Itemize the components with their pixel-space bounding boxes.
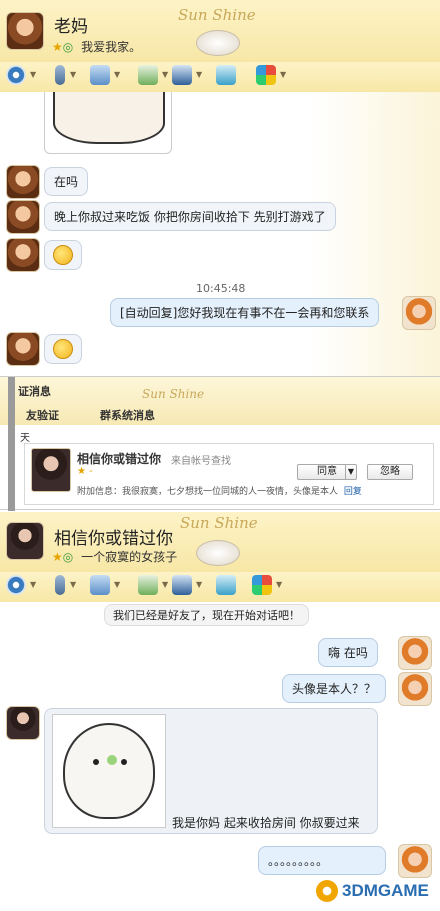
share-icon[interactable] bbox=[216, 65, 236, 85]
my-avatar[interactable] bbox=[398, 672, 432, 706]
system-message: 我们已经是好友了，现在开始对话吧！ bbox=[104, 604, 309, 626]
chevron-down-icon[interactable]: ▼ bbox=[114, 70, 120, 79]
contact-name: 相信你或错过你 bbox=[54, 529, 173, 549]
message-bubble: 嗨 在吗 bbox=[318, 638, 378, 667]
dialog-title: 证消息 bbox=[18, 385, 51, 398]
online-icon: ◎ bbox=[62, 40, 74, 54]
request-card: 相信你或错过你 来自帐号查找 ★ - 同意 ▼ 忽略 附加信息：我很寂寞，七夕想… bbox=[24, 443, 434, 505]
screen-icon[interactable] bbox=[172, 575, 192, 595]
apps-icon[interactable] bbox=[252, 575, 272, 595]
share-icon[interactable] bbox=[216, 575, 236, 595]
chevron-down-icon[interactable]: ▼ bbox=[162, 70, 168, 79]
emoji-bubble bbox=[44, 240, 82, 270]
chevron-down-icon[interactable]: ▼ bbox=[196, 580, 202, 589]
emoji-icon bbox=[53, 339, 73, 359]
sun-logo: Sun Shine bbox=[178, 6, 256, 24]
transfer-icon[interactable] bbox=[138, 575, 158, 595]
ignore-button[interactable]: 忽略 bbox=[367, 464, 413, 480]
emoji-icon bbox=[53, 245, 73, 265]
my-avatar[interactable] bbox=[398, 844, 432, 878]
cat-nose bbox=[107, 755, 117, 765]
sun-logo: Sun Shine bbox=[180, 514, 258, 532]
mic-icon[interactable] bbox=[55, 65, 65, 85]
chevron-down-icon[interactable]: ▼ bbox=[276, 580, 282, 589]
contact-avatar[interactable] bbox=[6, 332, 40, 366]
chevron-down-icon[interactable]: ▼ bbox=[162, 580, 168, 589]
tab-other[interactable]: 天 bbox=[20, 429, 30, 444]
apps-icon[interactable] bbox=[256, 65, 276, 85]
star-icon: ★ bbox=[52, 40, 63, 54]
watermark: 3DMGAME bbox=[316, 880, 429, 902]
signature-text: 我爱我家。 bbox=[81, 40, 142, 54]
mic-icon[interactable] bbox=[55, 575, 65, 595]
message-text: 我是你妈 起来收拾房间 你叔要过来 bbox=[172, 816, 360, 830]
message-bubble: 头像是本人？？ bbox=[282, 674, 387, 703]
my-avatar[interactable] bbox=[402, 296, 436, 330]
chevron-down-icon[interactable]: ▼ bbox=[196, 70, 202, 79]
message-bubble: 在吗 bbox=[44, 167, 89, 196]
shell-decor-icon bbox=[196, 30, 240, 56]
transfer-icon[interactable] bbox=[138, 65, 158, 85]
message-bubble: 。。。。。。。。。 bbox=[258, 846, 386, 875]
request-source: 来自帐号查找 bbox=[171, 456, 231, 467]
verification-dialog: 证消息 Sun Shine 友验证 群系统消息 天 相信你或错过你 来自帐号查找… bbox=[0, 376, 440, 511]
contact-signature: ★◎ 我爱我家。 bbox=[52, 38, 141, 55]
note-text: 附加信息：我很寂寞，七夕想找一位同城的人一夜情，头像是本人 bbox=[77, 487, 339, 497]
chevron-down-icon[interactable]: ▼ bbox=[30, 70, 36, 79]
tab-system-messages[interactable]: 群系统消息 bbox=[100, 407, 155, 423]
contact-avatar[interactable] bbox=[6, 12, 44, 50]
dialog-side-strip bbox=[8, 377, 15, 511]
chevron-down-icon[interactable]: ▼ bbox=[114, 580, 120, 589]
shell-decor-icon bbox=[196, 540, 240, 566]
emoji-bubble bbox=[44, 334, 82, 364]
star-icon: ★ bbox=[52, 550, 63, 564]
cat-image-partial[interactable] bbox=[44, 92, 172, 154]
watermark-text: 3DMGAME bbox=[342, 881, 429, 900]
chevron-down-icon[interactable]: ▼ bbox=[70, 70, 76, 79]
online-icon: ◎ bbox=[62, 550, 74, 564]
chevron-down-icon[interactable]: ▼ bbox=[30, 580, 36, 589]
sun-logo: Sun Shine bbox=[142, 387, 205, 401]
contact-avatar[interactable] bbox=[6, 165, 40, 199]
message-bubble: 晚上你叔过来吃饭 你把你房间收拾下 先别打游戏了 bbox=[44, 202, 336, 231]
contact-name: 老妈 bbox=[54, 17, 88, 37]
agree-button[interactable]: 同意 ▼ bbox=[297, 464, 357, 480]
folder-icon[interactable] bbox=[90, 65, 110, 85]
camera-icon[interactable] bbox=[6, 575, 26, 595]
cat-eye bbox=[121, 759, 127, 765]
cat-fur bbox=[53, 92, 165, 144]
contact-avatar[interactable] bbox=[6, 706, 40, 740]
chevron-down-icon[interactable]: ▼ bbox=[280, 70, 286, 79]
my-avatar[interactable] bbox=[398, 636, 432, 670]
timestamp: 10:45:48 bbox=[196, 282, 246, 295]
watermark-logo-icon bbox=[316, 880, 338, 902]
signature-text: 一个寂寞的女孩子 bbox=[81, 550, 178, 564]
tab-friend-verify[interactable]: 友验证 bbox=[26, 407, 59, 423]
chat1-toolbar: ▼ ▼ ▼ ▼ ▼ ▼ bbox=[0, 62, 440, 92]
cat-body bbox=[63, 723, 155, 819]
contact-avatar[interactable] bbox=[6, 200, 40, 234]
contact-signature: ★◎ 一个寂寞的女孩子 bbox=[52, 548, 177, 565]
cat-image[interactable] bbox=[52, 714, 166, 828]
cat-eye bbox=[93, 759, 99, 765]
request-note: 附加信息：我很寂寞，七夕想找一位同城的人一夜情，头像是本人 回复 bbox=[77, 484, 362, 497]
requester-name[interactable]: 相信你或错过你 bbox=[77, 450, 161, 467]
dialog-header bbox=[0, 377, 440, 425]
auto-reply-bubble: [自动回复]您好我现在有事不在一会再和您联系 bbox=[110, 298, 380, 327]
reply-link[interactable]: 回复 bbox=[344, 487, 362, 497]
folder-icon[interactable] bbox=[90, 575, 110, 595]
chevron-down-icon[interactable]: ▼ bbox=[70, 580, 76, 589]
screen-icon[interactable] bbox=[172, 65, 192, 85]
chat2-toolbar: ▼ ▼ ▼ ▼ ▼ ▼ bbox=[0, 572, 440, 602]
agree-label: 同意 bbox=[317, 466, 337, 477]
chevron-down-icon[interactable]: ▼ bbox=[344, 465, 354, 479]
contact-avatar[interactable] bbox=[6, 238, 40, 272]
camera-icon[interactable] bbox=[6, 65, 26, 85]
contact-avatar[interactable] bbox=[6, 522, 44, 560]
requester-avatar[interactable] bbox=[31, 448, 71, 492]
requester-stars: ★ - bbox=[77, 466, 93, 477]
